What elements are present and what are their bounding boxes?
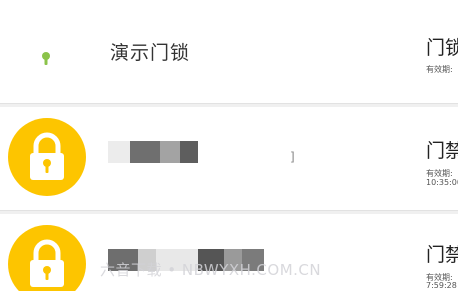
lock-list: 演示门锁 门锁 有效期: ] 门禁 有效期: 10:35:00	[0, 0, 458, 291]
lock-type-label: 门锁	[426, 37, 458, 59]
cursor-mark: ]	[290, 150, 295, 164]
padlock-icon	[8, 118, 86, 196]
padlock-icon	[8, 225, 86, 291]
validity-time: 7:59:28	[426, 281, 457, 290]
validity-time: 10:35:00	[426, 178, 458, 187]
lock-type-label: 门禁	[426, 140, 458, 162]
lock-type-label: 门禁	[426, 244, 458, 266]
validity-label: 有效期:	[426, 65, 453, 74]
lock-name: 演示门锁	[110, 42, 191, 64]
watermark: 六音下载 • NBWYXH.COM.CN	[100, 261, 322, 279]
door-handle-icon	[8, 12, 86, 90]
